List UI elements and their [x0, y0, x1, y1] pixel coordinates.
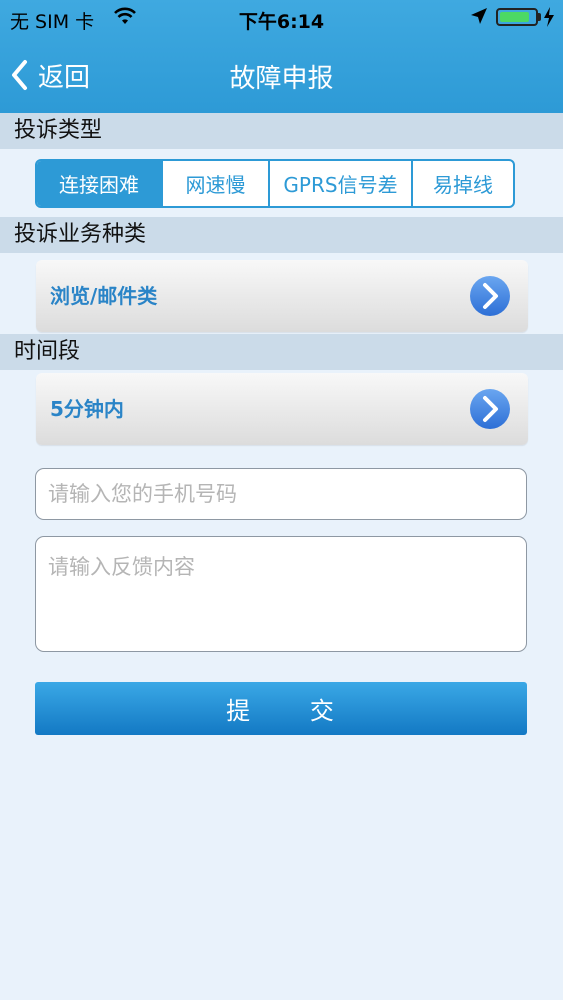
feedback-placeholder: 请输入反馈内容: [48, 555, 195, 579]
complaint-type-heading: 投诉类型: [0, 113, 563, 149]
service-type-heading: 投诉业务种类: [0, 217, 563, 253]
phone-number-input[interactable]: 请输入您的手机号码: [35, 468, 527, 520]
battery-icon: [496, 8, 538, 26]
feedback-input[interactable]: 请输入反馈内容: [35, 536, 527, 652]
submit-button[interactable]: 提 交: [35, 682, 527, 735]
service-type-value: 浏览/邮件类: [50, 284, 158, 308]
time-period-select[interactable]: 5分钟内: [36, 373, 528, 445]
page-title: 故障申报: [229, 64, 334, 94]
charging-bolt-icon: [544, 7, 554, 27]
chevron-right-circle-icon: [470, 276, 510, 316]
time-period-value: 5分钟内: [50, 397, 124, 421]
complaint-type-option-2[interactable]: GPRS信号差: [268, 161, 411, 206]
battery-tip: [538, 13, 541, 21]
submit-label: 提 交: [226, 697, 336, 725]
complaint-type-option-0[interactable]: 连接困难: [37, 161, 161, 206]
status-bar: 无 SIM 卡 下午6:14: [0, 0, 563, 36]
service-type-select[interactable]: 浏览/邮件类: [36, 260, 528, 332]
complaint-type-option-1[interactable]: 网速慢: [161, 161, 268, 206]
time-period-heading: 时间段: [0, 334, 563, 370]
chevron-right-circle-icon: [470, 389, 510, 429]
battery-level: [500, 12, 529, 22]
complaint-type-selector: 连接困难 网速慢 GPRS信号差 易掉线: [35, 159, 515, 208]
phone-number-placeholder: 请输入您的手机号码: [48, 482, 237, 506]
location-arrow-icon: [471, 8, 487, 24]
complaint-type-option-3[interactable]: 易掉线: [411, 161, 513, 206]
